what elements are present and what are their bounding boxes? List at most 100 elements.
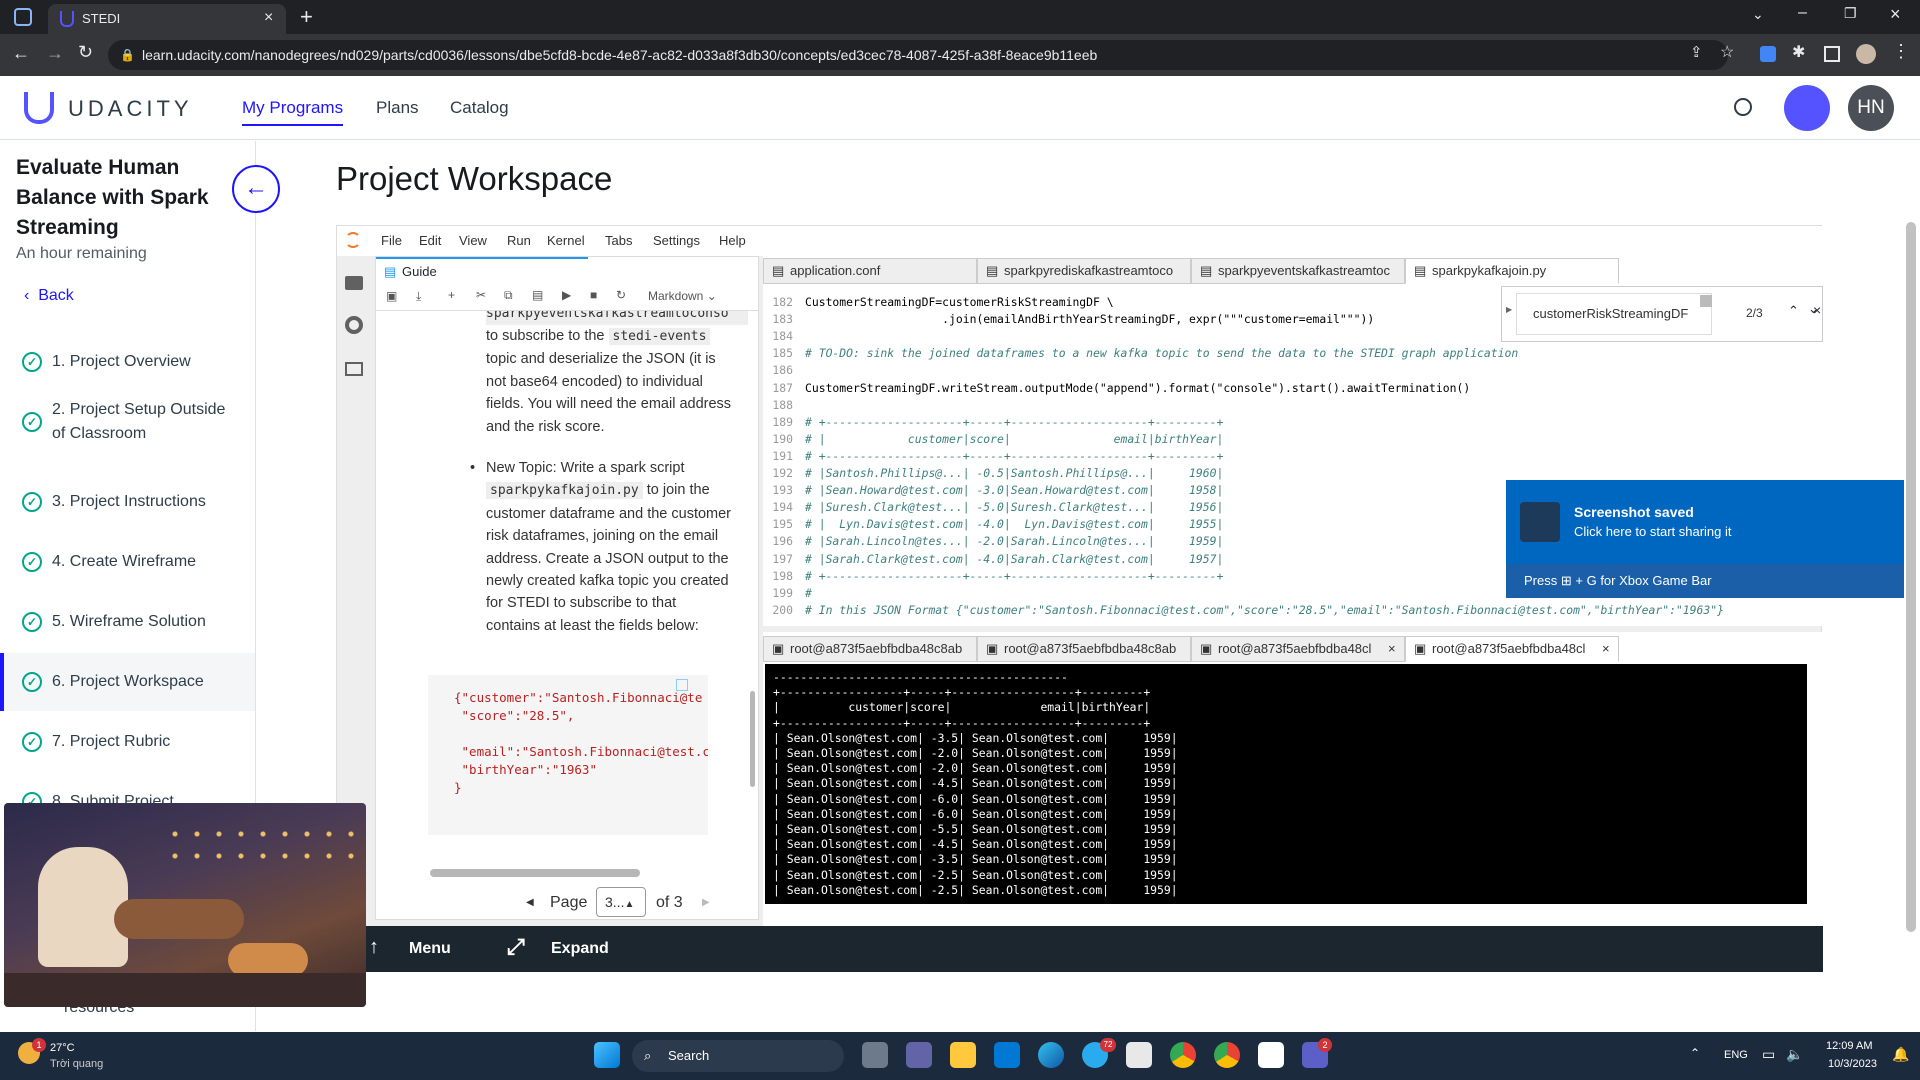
guide-tab[interactable]: ▤ Guide <box>376 257 588 285</box>
editor-tab-application-conf[interactable]: ▤ application.conf <box>763 258 977 284</box>
code-line[interactable]: 186 <box>763 362 1823 379</box>
task-view-icon[interactable] <box>862 1042 888 1068</box>
back-link[interactable]: ‹ Back <box>24 287 74 305</box>
find-input[interactable]: customerRiskStreamingDF <box>1516 293 1712 335</box>
menu-view[interactable]: View <box>459 233 487 248</box>
close-tab-icon[interactable]: × <box>1602 637 1610 661</box>
next-page-icon[interactable]: ▶ <box>702 887 710 919</box>
tab-close-icon[interactable]: × <box>264 9 273 27</box>
forward-nav-icon[interactable]: → <box>46 43 64 64</box>
picture-in-picture-video[interactable] <box>4 803 366 1007</box>
chrome-profile-icon[interactable] <box>1214 1042 1240 1068</box>
new-tab-button[interactable]: + <box>300 4 313 30</box>
browser-menu-icon[interactable]: ⋮ <box>1892 41 1910 62</box>
paste-icon[interactable]: ▤ <box>532 288 543 302</box>
stop-icon[interactable]: ■ <box>590 288 597 302</box>
menu-edit[interactable]: Edit <box>419 233 441 248</box>
menu-tabs[interactable]: Tabs <box>605 233 632 248</box>
terminal-tab-1[interactable]: ▣ root@a873f5aebfbdba48c8ab <box>763 636 977 662</box>
cut-icon[interactable]: ✂ <box>476 288 486 302</box>
code-line[interactable]: 191 # +--------------------+-----+-------… <box>763 448 1823 465</box>
input-language[interactable]: ENG <box>1724 1049 1748 1061</box>
clock-date[interactable]: 10/3/2023 <box>1828 1058 1877 1070</box>
user-avatar[interactable]: HN <box>1848 85 1894 131</box>
url-omnibox[interactable]: 🔒 learn.udacity.com/nanodegrees/nd029/pa… <box>108 40 1728 70</box>
weather-widget[interactable]: 1 27°C Trời quang <box>14 1038 134 1074</box>
notification-bell-icon[interactable]: 🔔 <box>1892 1046 1909 1063</box>
terminal-output[interactable]: ----------------------------------------… <box>765 664 1807 904</box>
windows-start-icon[interactable] <box>594 1042 620 1068</box>
editor-tab-eventskafka[interactable]: ▤ sparkpyeventskafkastreamtoc <box>1191 258 1405 284</box>
mail-icon[interactable] <box>994 1042 1020 1068</box>
sidebar-item-project-instructions[interactable]: ✓ 3. Project Instructions <box>0 473 255 531</box>
menu-up-icon[interactable]: ↑ <box>369 936 379 959</box>
menu-file[interactable]: File <box>381 233 402 248</box>
code-line[interactable]: 189 # +--------------------+-----+-------… <box>763 414 1823 431</box>
editor-tab-rediskafka[interactable]: ▤ sparkpyrediskafkastreamtoco <box>977 258 1191 284</box>
find-close-icon[interactable]: × <box>1813 302 1821 318</box>
sidebar-item-create-wireframe[interactable]: ✓ 4. Create Wireframe <box>0 533 255 591</box>
cell-type-select[interactable]: Markdown ⌄ <box>648 289 717 303</box>
udacity-logo-icon[interactable] <box>24 92 54 124</box>
terminal-tab-2[interactable]: ▣ root@a873f5aebfbdba48c8ab <box>977 636 1191 662</box>
workspace-menu-button[interactable]: Menu <box>409 940 451 958</box>
restart-icon[interactable]: ↻ <box>616 288 626 302</box>
side-panel-icon[interactable] <box>1824 46 1840 62</box>
run-icon[interactable]: ▶ <box>562 288 571 302</box>
running-kernels-icon[interactable] <box>345 316 363 334</box>
menu-settings[interactable]: Settings <box>653 233 700 248</box>
extensions-puzzle-icon[interactable]: ✱ <box>1792 42 1805 62</box>
close-window-button[interactable]: × <box>1890 4 1901 25</box>
expand-replace-icon[interactable]: ▶ <box>1506 305 1512 314</box>
menu-help[interactable]: Help <box>719 233 746 248</box>
menu-run[interactable]: Run <box>507 233 531 248</box>
edge-icon[interactable] <box>1038 1042 1064 1068</box>
restore-button[interactable]: ❐ <box>1844 5 1857 22</box>
vertical-scrollbar[interactable] <box>750 691 755 787</box>
code-line[interactable]: 200 # In this JSON Format {"customer":"Sa… <box>763 602 1823 619</box>
menu-kernel[interactable]: Kernel <box>547 233 585 248</box>
prev-page-icon[interactable]: ◀ <box>526 887 534 919</box>
sidebar-item-project-rubric[interactable]: ✓ 7. Project Rubric <box>0 713 255 771</box>
taskbar-search-box[interactable]: ⌕ Search <box>632 1040 844 1072</box>
reload-icon[interactable]: ↻ <box>78 42 93 63</box>
translate-extension-icon[interactable] <box>1760 46 1776 62</box>
tab-search-icon[interactable] <box>14 8 32 26</box>
sidebar-item-wireframe-solution[interactable]: ✓ 5. Wireframe Solution <box>0 593 255 651</box>
horizontal-scrollbar[interactable] <box>430 869 640 877</box>
terminal-tab-4[interactable]: ▣ root@a873f5aebfbdba48cl × <box>1405 636 1619 662</box>
search-icon[interactable] <box>1734 98 1752 116</box>
tab-list-icon[interactable]: ⌄ <box>1752 6 1764 23</box>
network-icon[interactable]: ▭ <box>1762 1046 1775 1063</box>
close-tab-icon[interactable]: × <box>1388 637 1396 661</box>
code-line[interactable]: 188 <box>763 397 1823 414</box>
teams-chat-icon[interactable] <box>906 1042 932 1068</box>
back-nav-icon[interactable]: ← <box>12 43 30 64</box>
browser-tab[interactable]: STEDI × <box>48 4 286 34</box>
collapse-sidebar-button[interactable]: ← <box>232 165 280 213</box>
udacity-plus-badge-icon[interactable] <box>1784 85 1830 131</box>
bookmark-star-icon[interactable]: ☆ <box>1720 42 1734 62</box>
code-line[interactable]: 185 # TO-DO: sink the joined dataframes t… <box>763 345 1823 362</box>
code-line[interactable]: 187 CustomerStreamingDF.writeStream.outpu… <box>763 380 1823 397</box>
folder-icon[interactable] <box>345 276 363 290</box>
page-scrollbar[interactable] <box>1906 222 1916 932</box>
notion-icon[interactable] <box>1258 1042 1284 1068</box>
editor-tab-kafkajoin[interactable]: ▤ sparkpykafkajoin.py <box>1405 258 1619 284</box>
sidebar-item-project-setup[interactable]: ✓ 2. Project Setup Outside of Classroom <box>0 385 255 459</box>
sidebar-item-project-overview[interactable]: ✓ 1. Project Overview <box>0 333 255 391</box>
find-prev-icon[interactable]: ⌃ <box>1788 303 1799 319</box>
expand-button[interactable]: Expand <box>551 940 609 958</box>
code-line[interactable]: 190 # | customer|score| email|birthYear| <box>763 431 1823 448</box>
profile-avatar-icon[interactable] <box>1856 44 1876 64</box>
screenshot-saved-toast[interactable]: Screenshot saved Click here to start sha… <box>1506 480 1904 598</box>
microsoft-store-icon[interactable] <box>1126 1042 1152 1068</box>
share-icon[interactable]: ⇪ <box>1690 43 1703 61</box>
clock-time[interactable]: 12:09 AM <box>1826 1040 1872 1052</box>
sidebar-item-project-workspace[interactable]: ✓ 6. Project Workspace <box>0 653 255 711</box>
volume-icon[interactable]: 🔈 <box>1786 1046 1803 1063</box>
download-icon[interactable]: ⤓ <box>416 289 421 304</box>
copy-code-icon[interactable] <box>676 679 688 691</box>
terminal-tab-3[interactable]: ▣ root@a873f5aebfbdba48cl × <box>1191 636 1405 662</box>
nav-catalog[interactable]: Catalog <box>450 98 509 118</box>
